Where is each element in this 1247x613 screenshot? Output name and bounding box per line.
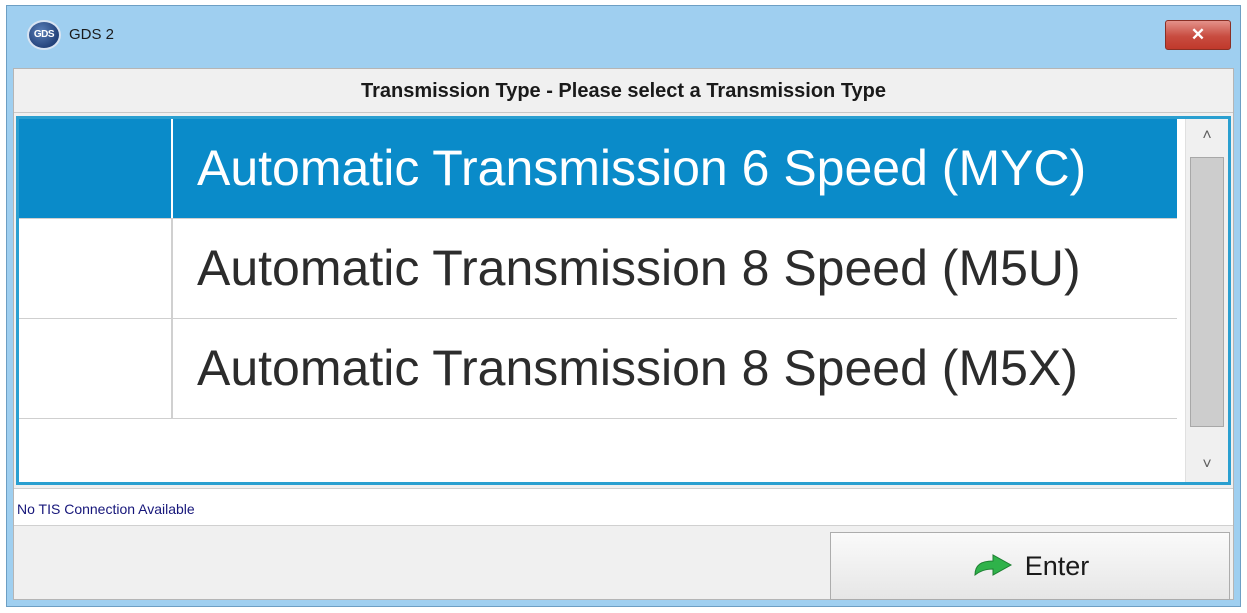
row-index-cell <box>19 219 173 318</box>
green-arrow-icon <box>974 554 1012 577</box>
list-viewport: Automatic Transmission 6 Speed (MYC) Aut… <box>19 119 1177 482</box>
status-text: No TIS Connection Available <box>17 501 195 517</box>
vertical-scrollbar[interactable]: ˄ ˅ <box>1185 119 1228 482</box>
transmission-list: Automatic Transmission 6 Speed (MYC) Aut… <box>16 116 1231 485</box>
enter-button-label: Enter <box>1024 550 1090 581</box>
scroll-thumb[interactable] <box>1190 157 1224 427</box>
close-button[interactable]: ✕ <box>1165 20 1231 50</box>
list-item-m5x[interactable]: Automatic Transmission 8 Speed (M5X) <box>19 319 1177 419</box>
window-title: GDS 2 <box>69 26 115 43</box>
scroll-down-icon[interactable]: ˅ <box>1186 448 1228 482</box>
gds-logo-icon: GDS <box>27 20 61 50</box>
dialog-header: Transmission Type - Please select a Tran… <box>14 69 1233 113</box>
title-bar[interactable]: GDS GDS 2 ✕ <box>7 6 1240 68</box>
app-window: GDS GDS 2 ✕ Transmission Type - Please s… <box>6 5 1241 607</box>
list-item-myc[interactable]: Automatic Transmission 6 Speed (MYC) <box>19 119 1177 219</box>
list-item-label: Automatic Transmission 6 Speed (MYC) <box>197 140 1087 196</box>
dialog-content: Transmission Type - Please select a Tran… <box>13 68 1234 600</box>
list-item-label: Automatic Transmission 8 Speed (M5X) <box>197 340 1078 396</box>
row-index-cell <box>19 119 173 218</box>
scroll-up-icon[interactable]: ˄ <box>1186 119 1228 153</box>
enter-button[interactable]: Enter <box>830 532 1230 600</box>
status-bar: No TIS Connection Available <box>14 488 1233 526</box>
list-item-m5u[interactable]: Automatic Transmission 8 Speed (M5U) <box>19 219 1177 319</box>
row-index-cell <box>19 319 173 418</box>
list-item-label: Automatic Transmission 8 Speed (M5U) <box>197 240 1081 296</box>
dialog-footer: Enter <box>14 526 1233 600</box>
